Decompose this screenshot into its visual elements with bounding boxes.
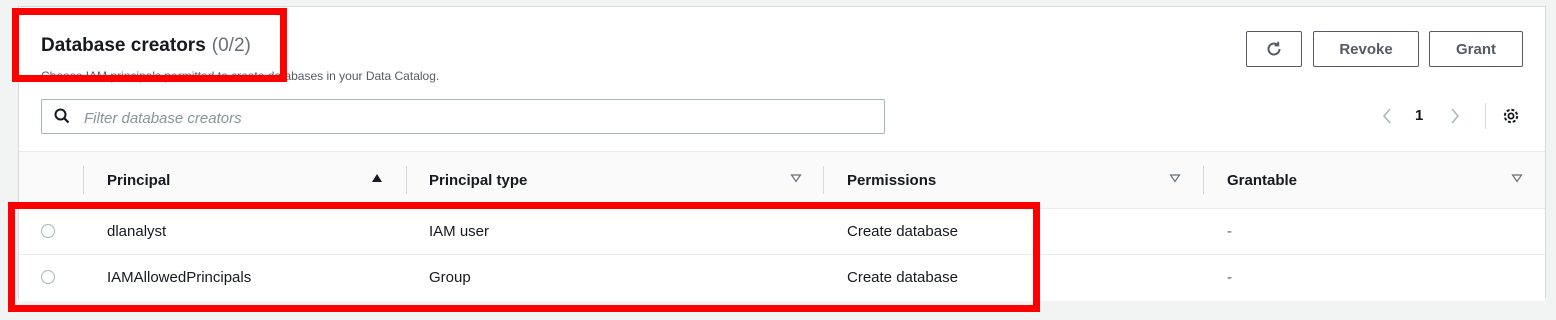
filter-input[interactable] (82, 106, 866, 130)
column-divider (406, 166, 407, 194)
refresh-button[interactable] (1246, 31, 1302, 67)
cell-grantable: - (1227, 223, 1232, 240)
cell-principal: IAMAllowedPrincipals (107, 269, 252, 286)
search-icon (54, 108, 70, 124)
panel-description: Choose IAM principals permitted to creat… (41, 69, 440, 83)
sort-caret-icon[interactable] (1511, 172, 1523, 184)
row-select-radio[interactable] (41, 270, 55, 284)
panel-title-text: Database creators (41, 35, 206, 56)
column-header-principal-type[interactable]: Principal type (429, 172, 527, 189)
revoke-button[interactable]: Revoke (1313, 31, 1419, 67)
column-header-permissions[interactable]: Permissions (847, 172, 936, 189)
table-header: Principal Principal type Permissions Gra… (19, 151, 1545, 209)
selection-count: (0/2) (211, 35, 251, 56)
column-divider (1203, 166, 1204, 194)
cell-permissions: Create database (847, 223, 958, 240)
grant-button[interactable]: Grant (1429, 31, 1523, 67)
cell-principal-type: IAM user (429, 223, 490, 240)
cell-principal-type: Group (429, 269, 471, 286)
page-number[interactable]: 1 (1415, 107, 1423, 124)
cell-principal: dlanalyst (107, 223, 167, 240)
table-row[interactable]: dlanalyst IAM user Create database - (19, 209, 1545, 255)
column-divider (823, 166, 824, 194)
table-row[interactable]: IAMAllowedPrincipals Group Create databa… (19, 255, 1545, 301)
column-header-principal[interactable]: Principal (107, 172, 170, 189)
pager-divider (1485, 103, 1486, 129)
row-select-radio[interactable] (41, 224, 55, 238)
cell-grantable: - (1227, 269, 1232, 286)
cell-permissions: Create database (847, 269, 958, 286)
database-creators-panel: Database creators (0/2) Choose IAM princi… (18, 6, 1546, 301)
sort-ascending-icon[interactable] (371, 172, 383, 184)
chevron-right-icon[interactable] (1449, 107, 1461, 125)
panel-title: Database creators (0/2) (41, 35, 251, 57)
column-divider (83, 166, 84, 194)
filter-box[interactable] (41, 99, 885, 134)
refresh-icon (1267, 41, 1281, 56)
chevron-left-icon[interactable] (1381, 107, 1393, 125)
gear-icon[interactable] (1501, 106, 1521, 126)
sort-caret-icon[interactable] (1169, 172, 1181, 184)
sort-caret-icon[interactable] (790, 172, 802, 184)
column-header-grantable[interactable]: Grantable (1227, 172, 1297, 189)
